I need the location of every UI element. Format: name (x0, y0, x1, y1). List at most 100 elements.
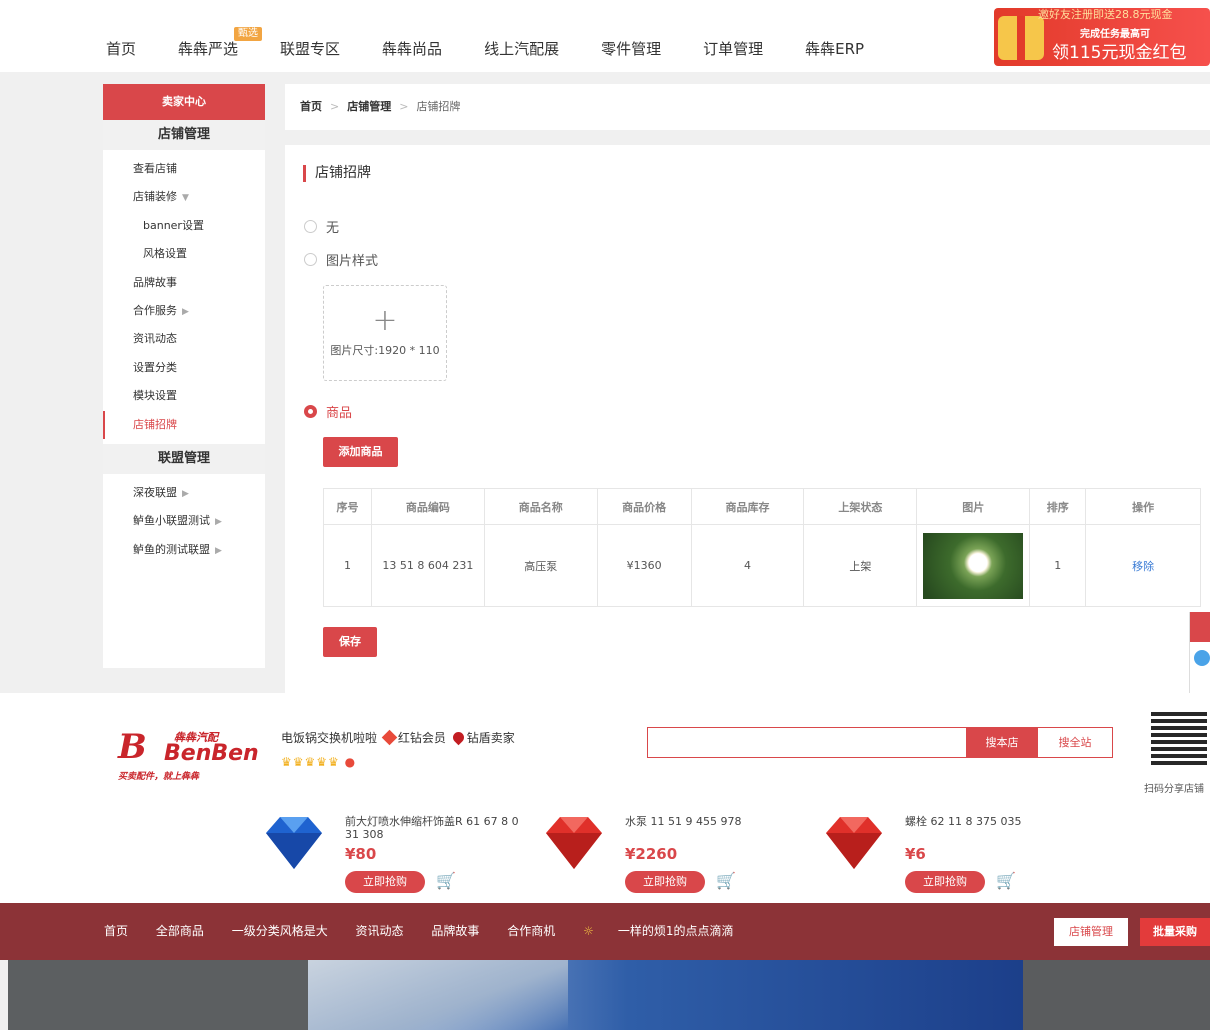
cart-icon[interactable]: 🛒 (436, 871, 456, 890)
nav-item-expo[interactable]: 线上汽配展 (484, 38, 559, 59)
col-name: 商品名称 (484, 488, 598, 525)
product-name[interactable]: 前大灯喷水伸缩杆饰盖R 61 67 8 0 31 308 (345, 815, 525, 841)
cell-image (916, 524, 1031, 607)
buy-now-button[interactable]: 立即抢购 (345, 871, 425, 893)
breadcrumb-home[interactable]: 首页 (300, 100, 322, 113)
col-action: 操作 (1085, 488, 1201, 525)
store-manage-button[interactable]: 店铺管理 (1054, 918, 1128, 946)
main-panel: 店铺招牌 无 图片样式 + 图片尺寸:1920 * 110 商品 添加商品 序号… (285, 145, 1210, 693)
chevron-right-icon: > (330, 100, 340, 113)
breadcrumb: 首页 > 店铺管理 > 店铺招牌 (285, 84, 1210, 130)
caret-right-icon: ▶ (215, 545, 222, 556)
sidebar-item-signboard[interactable]: 店铺招牌 (103, 410, 265, 439)
col-stock: 商品库存 (691, 488, 805, 525)
sun-icon: ☼ (583, 924, 594, 938)
cart-icon[interactable]: 🛒 (716, 871, 736, 890)
sidebar-item-label: 设置分类 (133, 360, 177, 374)
radio-image-style[interactable]: 图片样式 (304, 250, 378, 269)
nav-item-erp[interactable]: 犇犇ERP (805, 38, 864, 59)
shield-icon (450, 729, 466, 746)
logo-en: BenBen (164, 741, 259, 766)
store-banner (0, 960, 1210, 1030)
remove-link[interactable]: 移除 (1132, 560, 1154, 573)
save-button[interactable]: 保存 (323, 627, 377, 657)
sidebar-item-decorate[interactable]: 店铺装修 ▼ (103, 183, 265, 211)
sidebar-item-label: 品牌故事 (133, 275, 177, 289)
sidebar-item-label: 合作服务 (133, 303, 177, 317)
shop-logo[interactable]: B 犇犇汽配 BenBen 买卖配件，就上犇犇 (118, 727, 259, 787)
sidebar-item-category[interactable]: 设置分类 (103, 354, 265, 382)
gift-icon[interactable] (1190, 612, 1210, 642)
floating-toolbar[interactable] (1189, 612, 1210, 693)
shop-nav-notice[interactable]: 一样的烦1的点点滴滴 (618, 924, 734, 938)
sidebar-item-style[interactable]: 风格设置 (103, 240, 265, 268)
image-upload[interactable]: + 图片尺寸:1920 * 110 (323, 285, 447, 381)
nav-item-parts[interactable]: 零件管理 (601, 38, 661, 59)
nav-item-home[interactable]: 首页 (106, 38, 136, 59)
shop-nav-category[interactable]: 一级分类风格是大 (232, 924, 328, 938)
shop-nav-all-goods[interactable]: 全部商品 (156, 924, 204, 938)
shop-nav-brand-story[interactable]: 品牌故事 (431, 924, 479, 938)
caret-right-icon: ▶ (182, 488, 189, 499)
radio-goods[interactable]: 商品 (304, 402, 352, 421)
sidebar-item-banner[interactable]: banner设置 (103, 212, 265, 240)
promo-banner[interactable]: 邀好友注册即送28.8元现金 完成任务最高可 领115元现金红包 (994, 8, 1210, 66)
qr-label: 扫码分享店铺 (1144, 784, 1204, 795)
product-name[interactable]: 水泵 11 51 9 455 978 (625, 815, 805, 828)
cart-icon[interactable]: 🛒 (996, 871, 1016, 890)
table-row: 1 13 51 8 604 231 高压泵 ¥1360 4 上架 1 移除 (323, 524, 1201, 607)
sidebar-item-alliance-2[interactable]: 鲈鱼小联盟测试 ▶ (103, 507, 265, 535)
search-bar: 搜本店 搜全站 (647, 727, 1113, 758)
chat-icon[interactable] (1194, 650, 1210, 666)
sidebar-item-brand-story[interactable]: 品牌故事 (103, 269, 265, 297)
sidebar-header[interactable]: 卖家中心 (103, 84, 265, 120)
featured-product[interactable]: 螺栓 62 11 8 375 035 ¥6 立即抢购 🛒 (818, 813, 1078, 899)
diamond-icon (266, 817, 322, 869)
sidebar-item-label: 店铺装修 (133, 190, 177, 204)
search-input[interactable] (648, 728, 966, 757)
nav-item-orders[interactable]: 订单管理 (703, 38, 763, 59)
sidebar-section-store: 店铺管理 (103, 120, 265, 150)
sidebar-item-view-store[interactable]: 查看店铺 (103, 155, 265, 183)
sidebar-item-modules[interactable]: 模块设置 (103, 382, 265, 410)
shop-nav-items: 首页 全部商品 一级分类风格是大 资讯动态 品牌故事 合作商机 ☼ 一样的烦1的点… (104, 903, 757, 960)
cell-index: 1 (323, 524, 372, 607)
radio-none[interactable]: 无 (304, 217, 339, 236)
table-header-row: 序号 商品编码 商品名称 商品价格 商品库存 上架状态 图片 排序 操作 (323, 488, 1201, 525)
featured-product[interactable]: 前大灯喷水伸缩杆饰盖R 61 67 8 0 31 308 ¥80 立即抢购 🛒 (258, 813, 519, 899)
red-diamond-icon (381, 729, 398, 746)
nav-item-select[interactable]: 犇犇严选 (178, 38, 238, 59)
sidebar-item-alliance-3[interactable]: 鲈鱼的测试联盟 ▶ (103, 536, 265, 564)
nav-item-premium[interactable]: 犇犇尚品 (382, 38, 442, 59)
nav-item-alliance[interactable]: 联盟专区 (280, 38, 340, 59)
search-all-button[interactable]: 搜全站 (1038, 728, 1112, 757)
product-name[interactable]: 螺栓 62 11 8 375 035 (905, 815, 1085, 828)
col-price: 商品价格 (597, 488, 692, 525)
shop-nav-business[interactable]: 合作商机 (507, 924, 555, 938)
sidebar-item-alliance-1[interactable]: 深夜联盟 ▶ (103, 479, 265, 507)
search-store-button[interactable]: 搜本店 (966, 728, 1038, 757)
sidebar-item-news[interactable]: 资讯动态 (103, 325, 265, 353)
chevron-right-icon: > (399, 100, 409, 113)
batch-purchase-button[interactable]: 批量采购 (1140, 918, 1210, 946)
badge-diamond-seller: 钻盾卖家 (466, 731, 515, 745)
banner-image (8, 960, 1023, 1030)
logo-mark: B (118, 727, 147, 767)
sidebar-item-label: 资讯动态 (133, 332, 177, 346)
featured-product[interactable]: 水泵 11 51 9 455 978 ¥2260 立即抢购 🛒 (538, 813, 798, 899)
shop-nav-news[interactable]: 资讯动态 (356, 924, 404, 938)
caret-down-icon: ▼ (182, 193, 189, 204)
sidebar-item-label: 查看店铺 (133, 162, 177, 175)
breadcrumb-parent[interactable]: 店铺管理 (347, 100, 391, 113)
sidebar-item-cooperation[interactable]: 合作服务 ▶ (103, 297, 265, 325)
buy-now-button[interactable]: 立即抢购 (905, 871, 985, 893)
add-goods-button[interactable]: 添加商品 (323, 437, 398, 467)
page-title: 店铺招牌 (303, 165, 371, 182)
buy-now-button[interactable]: 立即抢购 (625, 871, 705, 893)
nav-tag-badge: 甄选 (234, 27, 262, 41)
goods-table: 序号 商品编码 商品名称 商品价格 商品库存 上架状态 图片 排序 操作 1 1… (323, 488, 1201, 607)
product-price: ¥80 (345, 845, 377, 863)
shop-nav-home[interactable]: 首页 (104, 924, 128, 938)
cell-sort: 1 (1029, 524, 1087, 607)
shop-info: 电饭锅交换机啦啦 红钻会员 钻盾卖家 (281, 729, 515, 746)
